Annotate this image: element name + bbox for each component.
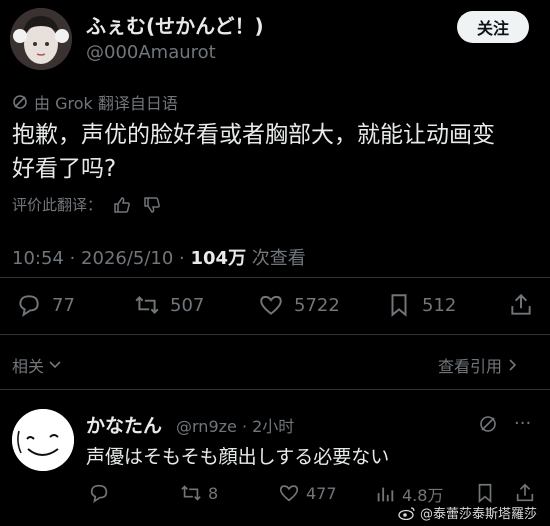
reply-icon [90,484,108,504]
watermark: @泰蕾莎泰斯塔羅莎 [398,503,537,522]
tweet-timestamp[interactable]: 10:54 · 2026/5/10 · [12,248,191,269]
thumbs-up-icon[interactable] [112,195,132,215]
translate-icon [13,95,27,109]
bookmark-icon [478,483,492,504]
tweet-meta: 10:54 · 2026/5/10 · 104万 次查看 [12,244,306,270]
bookmark-icon [391,294,407,317]
reply-button[interactable]: 77 [16,292,75,318]
share-button[interactable] [508,292,534,318]
author-handle[interactable]: @000Amaurot [86,42,216,63]
reply-like-count: 477 [306,483,337,503]
reply-meta[interactable]: @rn9ze · 2小时 [176,413,294,437]
more-options-icon[interactable]: ··· [514,413,531,434]
view-quotes-label: 查看引用 [438,357,503,376]
rate-translation: 评价此翻译： [12,194,162,215]
tweet-text-line: 好看了吗? [12,156,117,182]
heart-icon [260,295,282,315]
retweet-button[interactable]: 507 [134,292,204,318]
retweet-icon [181,485,201,501]
reply-text: 声優はそもそも顔出しする必要ない [86,446,390,468]
reply-count: 77 [52,294,75,316]
view-quotes-link[interactable]: 查看引用 [438,353,520,377]
translate-icon[interactable] [478,414,498,434]
watermark-text: @泰蕾莎泰斯塔羅莎 [420,507,538,522]
translation-note-text: 由 Grok 翻译自日语 [34,94,178,113]
tweet-actions: 77 507 5722 512 [0,292,550,320]
related-label: 相关 [12,357,45,376]
views-count: 104万 [190,248,247,269]
author-avatar[interactable] [10,8,72,70]
like-button[interactable]: 5722 [258,292,340,318]
retweet-icon [135,296,159,314]
divider [0,389,550,390]
reply-icon [19,295,39,317]
chevron-down-icon [49,361,61,369]
follow-button[interactable]: 关注 [457,11,529,43]
divider [0,334,550,335]
reply-author-avatar[interactable] [12,409,74,471]
reply-like-button[interactable]: 477 [278,482,337,504]
chevron-right-icon [509,359,517,371]
reply-bookmark-button[interactable] [474,482,496,504]
thumbs-down-icon[interactable] [142,195,162,215]
like-count: 5722 [294,294,340,316]
tweet-text: 抱歉，声优的脸好看或者胸部大，就能让动画变 好看了吗? [12,118,532,186]
weibo-logo-icon [398,506,415,520]
views-chart-icon [377,487,394,502]
share-icon [511,293,531,315]
views-label: 次查看 [246,248,306,269]
reply-share-button[interactable] [514,482,536,504]
reply-retweet-button[interactable]: 8 [180,482,218,504]
related-toggle[interactable]: 相关 [12,353,62,377]
author-name[interactable]: ふぇむ(せかんど！) [86,10,264,39]
smiley-avatar [12,409,74,471]
rate-translation-label: 评价此翻译： [12,196,103,214]
bookmark-button[interactable]: 512 [386,292,456,318]
bookmark-count: 512 [422,294,457,316]
reply-retweet-count: 8 [208,483,219,503]
divider [0,277,550,278]
retweet-count: 507 [170,294,205,316]
reply-reply-button[interactable] [88,482,110,504]
share-icon [516,483,534,502]
reply-author-name[interactable]: かなたん [86,411,162,438]
translation-note: 由 Grok 翻译自日语 [12,90,178,114]
tweet-text-line: 抱歉，声优的脸好看或者胸部大，就能让动画变 [12,122,495,148]
heart-icon [279,485,299,502]
avatar-illustration [10,8,72,70]
